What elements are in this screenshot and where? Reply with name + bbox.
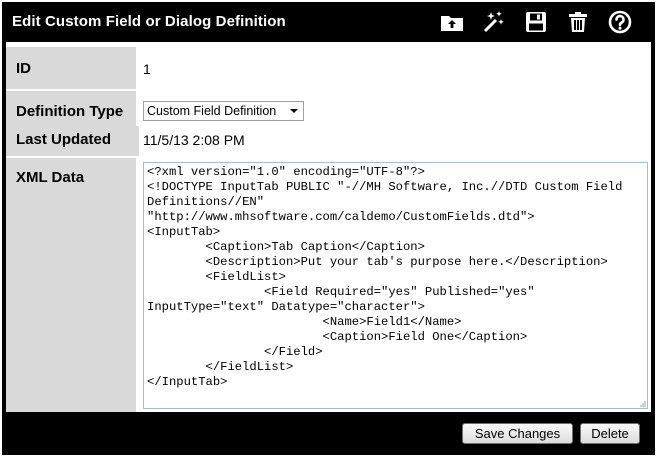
dialog-title: Edit Custom Field or Dialog Definition	[12, 13, 286, 30]
id-label: ID	[16, 60, 31, 77]
trash-icon[interactable]	[563, 8, 593, 36]
definition-form: ID 1 Definition Type Custom Field Defini…	[6, 42, 651, 412]
delete-button[interactable]: Delete	[580, 423, 640, 444]
chevron-down-icon	[290, 109, 298, 113]
folder-upload-icon[interactable]	[437, 8, 467, 36]
id-value: 1	[143, 61, 151, 77]
row-last-updated: Last Updated 11/5/13 2:08 PM	[6, 126, 651, 156]
resize-grip-icon[interactable]	[638, 399, 647, 408]
definition-type-select[interactable]: Custom Field Definition	[143, 101, 304, 121]
xml-data-label: XML Data	[16, 169, 85, 186]
save-changes-button[interactable]: Save Changes	[462, 423, 573, 444]
row-xml-data: XML Data <?xml version="1.0" encoding="U…	[6, 158, 651, 412]
row-id: ID 1	[6, 47, 651, 89]
magic-wand-icon[interactable]	[479, 8, 509, 36]
definition-type-label: Definition Type	[16, 103, 124, 120]
dialog-footer: Save Changes Delete	[2, 412, 655, 455]
xml-data-textarea[interactable]: <?xml version="1.0" encoding="UTF-8"?> <…	[143, 162, 648, 409]
dialog-titlebar: Edit Custom Field or Dialog Definition	[2, 2, 655, 42]
edit-definition-dialog: Edit Custom Field or Dialog Definition I…	[2, 2, 655, 455]
last-updated-value: 11/5/13 2:08 PM	[143, 132, 245, 148]
last-updated-label: Last Updated	[16, 131, 112, 148]
definition-type-selected: Custom Field Definition	[147, 104, 277, 118]
help-icon[interactable]	[605, 8, 635, 36]
toolbar	[437, 8, 635, 36]
floppy-disk-icon[interactable]	[521, 8, 551, 36]
